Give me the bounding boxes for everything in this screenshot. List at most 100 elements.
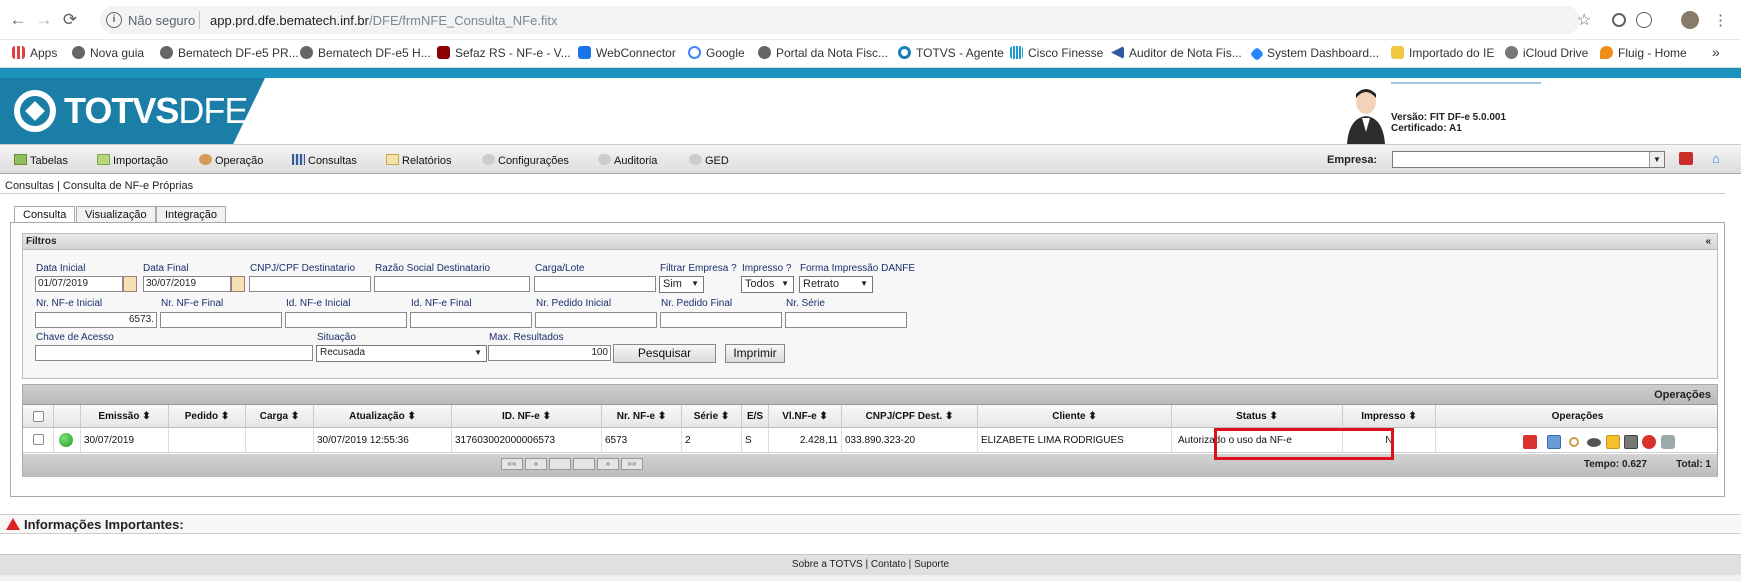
data-final-input[interactable]: 30/07/2019: [143, 276, 231, 292]
home-icon[interactable]: ⌂: [1712, 151, 1720, 166]
nr-serie-input[interactable]: [785, 312, 907, 328]
filters-box: Filtros « Data Inicial 01/07/2019 Data F…: [22, 233, 1718, 379]
bookmark-label: Portal da Nota Fisc...: [776, 46, 889, 60]
situacao-select[interactable]: Recusada ▼: [316, 345, 487, 362]
col-carga[interactable]: Carga ⬍: [246, 405, 314, 428]
menu-auditoria[interactable]: Auditoria: [598, 154, 657, 167]
bookmark-portal-nota[interactable]: Portal da Nota Fisc...: [758, 46, 888, 60]
profile-avatar[interactable]: [1681, 11, 1699, 29]
bookmark-auditor[interactable]: Auditor de Nota Fis...: [1111, 46, 1242, 60]
pager-first-button[interactable]: ««: [501, 458, 523, 470]
pager-prev-button[interactable]: «: [525, 458, 547, 470]
pdf-icon[interactable]: [1523, 435, 1537, 449]
chave-acesso-input[interactable]: [35, 345, 313, 361]
pager-page-input[interactable]: [549, 458, 571, 470]
url-text[interactable]: app.prd.dfe.bematech.inf.br/DFE/frmNFE_C…: [210, 13, 558, 28]
cnpj-destinatario-input[interactable]: [249, 276, 371, 292]
bookmark-totvs-agente[interactable]: TOTVS - Agente: [898, 46, 1004, 60]
collapse-icon[interactable]: «: [1705, 236, 1711, 247]
filtrar-empresa-select[interactable]: Sim ▼: [659, 276, 704, 293]
carga-lote-input[interactable]: [534, 276, 656, 292]
suporte-link[interactable]: Suporte: [914, 559, 949, 570]
correction-icon[interactable]: [1661, 435, 1675, 449]
star-icon[interactable]: ☆: [1577, 10, 1591, 30]
extension-v-icon[interactable]: [1636, 12, 1652, 28]
bookmark-bematech-h[interactable]: Bematech DF-e5 H...: [300, 46, 431, 60]
col-nr-nfe[interactable]: Nr. NF-e ⬍: [602, 405, 682, 428]
bookmark-webconnector[interactable]: WebConnector: [578, 46, 676, 60]
pesquisar-button[interactable]: Pesquisar: [613, 344, 716, 363]
logout-icon[interactable]: [1679, 152, 1693, 165]
forma-impressao-select[interactable]: Retrato ▼: [799, 276, 873, 293]
print-icon[interactable]: [1624, 435, 1638, 449]
menu-dots-icon[interactable]: ⋮: [1713, 11, 1728, 29]
bookmark-apps[interactable]: Apps: [12, 46, 57, 60]
bookmarks-more-icon[interactable]: »: [1712, 44, 1720, 60]
bookmark-sefaz[interactable]: Sefaz RS - NF-e - V...: [437, 46, 571, 60]
pedido-final-input[interactable]: [660, 312, 782, 328]
empresa-select[interactable]: ▼: [1392, 151, 1665, 168]
pager-last-button[interactable]: »»: [621, 458, 643, 470]
menu-tabelas[interactable]: Tabelas: [14, 154, 68, 167]
menu-consultas[interactable]: Consultas: [292, 154, 357, 167]
menu-configuracoes[interactable]: Configurações: [482, 154, 569, 167]
contato-link[interactable]: Contato: [871, 559, 906, 570]
col-impresso[interactable]: Impresso ⬍: [1343, 405, 1436, 428]
imprimir-button[interactable]: Imprimir: [725, 344, 785, 363]
bookmark-cisco[interactable]: Cisco Finesse: [1010, 46, 1103, 60]
pedido-inicial-input[interactable]: [535, 312, 657, 328]
filters-header[interactable]: Filtros «: [23, 234, 1717, 250]
bookmark-fluig[interactable]: Fluig - Home: [1600, 46, 1687, 60]
col-status[interactable]: Status ⬍: [1172, 405, 1343, 428]
data-inicial-input[interactable]: 01/07/2019: [35, 276, 123, 292]
menu-label: Relatórios: [402, 155, 452, 167]
info-icon[interactable]: i: [106, 12, 122, 28]
bookmark-google[interactable]: Google: [688, 46, 745, 60]
bookmark-system-dashboard[interactable]: System Dashboard...: [1249, 46, 1379, 62]
bookmark-nova-guia[interactable]: Nova guia: [72, 46, 144, 60]
info-bar[interactable]: Informações Importantes:: [0, 514, 1741, 534]
table-row[interactable]: 30/07/2019 30/07/2019 12:55:36 317603002…: [23, 428, 1717, 453]
col-atualizacao[interactable]: Atualização ⬍: [314, 405, 452, 428]
xml-document-icon[interactable]: [1547, 435, 1561, 449]
back-icon[interactable]: ←: [8, 10, 28, 30]
menu-operacao[interactable]: Operação: [199, 154, 263, 167]
forward-icon[interactable]: →: [34, 10, 54, 30]
view-eye-icon[interactable]: [1587, 438, 1601, 447]
extension-icon[interactable]: [1612, 13, 1626, 27]
tab-integracao[interactable]: Integração: [156, 206, 226, 222]
bookmark-bematech-pr[interactable]: Bematech DF-e5 PR...: [160, 46, 299, 60]
calendar-icon[interactable]: [123, 276, 137, 292]
max-resultados-input[interactable]: 100: [488, 345, 611, 361]
nr-nfe-final-input[interactable]: [160, 312, 282, 328]
col-serie[interactable]: Série ⬍: [682, 405, 742, 428]
cancel-icon[interactable]: [1642, 435, 1656, 449]
col-pedido[interactable]: Pedido ⬍: [169, 405, 246, 428]
impresso-select[interactable]: Todos ▼: [741, 276, 794, 293]
menu-importacao[interactable]: Importação: [97, 154, 168, 167]
bookmark-icloud[interactable]: iCloud Drive: [1505, 46, 1588, 60]
horizontal-scrollbar[interactable]: [0, 575, 1741, 581]
id-nfe-inicial-input[interactable]: [285, 312, 407, 328]
col-cnpj[interactable]: CNPJ/CPF Dest. ⬍: [842, 405, 978, 428]
col-id-nfe[interactable]: ID. NF-e ⬍: [452, 405, 602, 428]
tab-consulta[interactable]: Consulta: [14, 206, 76, 223]
col-cliente[interactable]: Cliente ⬍: [978, 405, 1172, 428]
menu-relatorios[interactable]: Relatórios: [386, 154, 452, 167]
select-all-checkbox[interactable]: [33, 411, 44, 422]
row-checkbox[interactable]: [33, 434, 44, 445]
tab-visualizacao[interactable]: Visualização: [76, 206, 156, 222]
id-nfe-final-input[interactable]: [410, 312, 532, 328]
col-valor[interactable]: Vl.NF-e ⬍: [769, 405, 842, 428]
nr-nfe-inicial-input[interactable]: 6573.: [35, 312, 157, 328]
sobre-totvs-link[interactable]: Sobre a TOTVS: [792, 559, 863, 570]
email-icon[interactable]: [1606, 435, 1620, 449]
col-emissao[interactable]: Emissão ⬍: [81, 405, 169, 428]
menu-ged[interactable]: GED: [689, 154, 729, 167]
pager-next-button[interactable]: »: [597, 458, 619, 470]
razao-social-input[interactable]: [374, 276, 530, 292]
bookmark-importado-ie[interactable]: Importado do IE: [1391, 46, 1494, 60]
search-icon[interactable]: [1569, 437, 1579, 447]
calendar-icon[interactable]: [231, 276, 245, 292]
reload-icon[interactable]: ⟳: [60, 10, 80, 30]
